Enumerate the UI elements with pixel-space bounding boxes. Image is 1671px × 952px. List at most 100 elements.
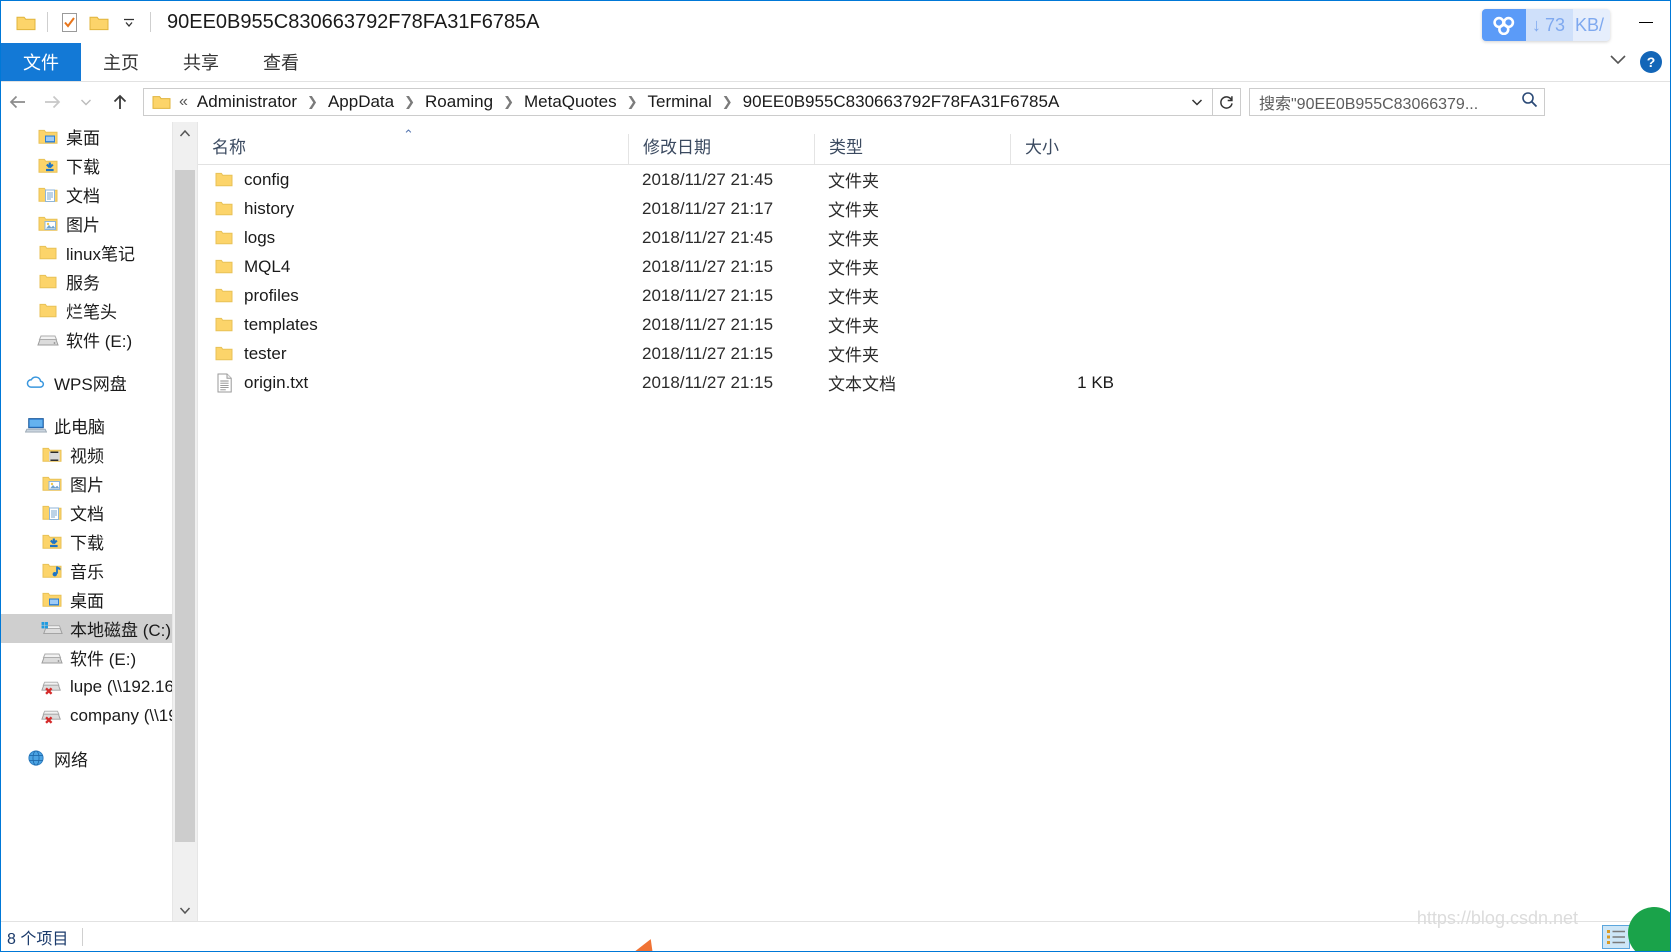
file-name-cell[interactable]: logs: [198, 228, 628, 248]
sidebar-item-wps[interactable]: WPS网盘: [1, 368, 197, 397]
download-speed-widget[interactable]: ↓ 73 KB/: [1482, 9, 1611, 41]
table-row[interactable]: profiles 2018/11/27 21:15 文件夹: [198, 281, 1670, 310]
file-type-cell: 文本文档: [828, 375, 896, 394]
file-type-cell: 文件夹: [828, 201, 879, 220]
breadcrumb-item-terminal[interactable]: Terminal: [645, 90, 715, 114]
tab-file-label: 文件: [23, 53, 59, 73]
column-header-type: 类型: [814, 134, 1010, 164]
scroll-up-button[interactable]: [173, 122, 197, 144]
column-header-size: 大小: [1010, 134, 1142, 164]
breadcrumb-item-roaming[interactable]: Roaming: [422, 90, 496, 114]
recent-locations-button[interactable]: [69, 85, 103, 119]
file-name-cell[interactable]: origin.txt: [198, 373, 628, 393]
status-bar: 8 个项目: [1, 921, 1670, 951]
file-name-cell[interactable]: templates: [198, 315, 628, 335]
breadcrumb-separator-icon[interactable]: ❯: [397, 94, 422, 110]
sidebar-item-[interactable]: 桌面: [1, 585, 197, 614]
sidebar-item-[interactable]: 视频: [1, 440, 197, 469]
breadcrumb-separator-icon[interactable]: ❯: [300, 94, 325, 110]
help-button[interactable]: ?: [1640, 51, 1662, 73]
breadcrumb-item-current[interactable]: 90EE0B955C830663792F78FA31F6785A: [740, 90, 1063, 114]
sidebar-item-linux[interactable]: linux笔记: [1, 238, 197, 267]
breadcrumb-dropdown-icon[interactable]: [1184, 89, 1210, 115]
table-row[interactable]: history 2018/11/27 21:17 文件夹: [198, 194, 1670, 223]
breadcrumb-bar[interactable]: « Administrator ❯ AppData ❯ Roaming ❯ Me…: [143, 88, 1213, 116]
search-box[interactable]: 搜索"90EE0B955C83066379...: [1249, 88, 1545, 116]
breadcrumb-separator-icon[interactable]: ❯: [715, 94, 740, 110]
sidebar-scroll-track[interactable]: [173, 144, 197, 899]
up-button[interactable]: [103, 85, 137, 119]
sidebar-item-label: lupe (\\192.168: [70, 676, 184, 696]
breadcrumb-item-appdata[interactable]: AppData: [325, 90, 397, 114]
sidebar-item-label: company (\\192: [70, 705, 188, 725]
table-row[interactable]: config 2018/11/27 21:45 文件夹: [198, 165, 1670, 194]
file-name-cell[interactable]: tester: [198, 344, 628, 364]
column-header-type-label[interactable]: 类型: [829, 133, 863, 158]
folder-icon[interactable]: [11, 7, 41, 37]
back-button[interactable]: [1, 85, 35, 119]
tab-file[interactable]: 文件: [1, 43, 81, 81]
file-name-cell[interactable]: profiles: [198, 286, 628, 306]
sidebar-scroll-thumb[interactable]: [175, 170, 195, 842]
file-name-label: tester: [244, 343, 287, 363]
sidebar-item-company-192[interactable]: company (\\192: [1, 701, 197, 730]
scroll-down-button[interactable]: [173, 899, 197, 921]
expand-ribbon-button[interactable]: [1608, 53, 1628, 71]
table-row[interactable]: origin.txt 2018/11/27 21:15 文本文档 1 KB: [198, 368, 1670, 397]
column-header-name-label[interactable]: 名称: [212, 133, 246, 158]
sidebar-item-[interactable]: 网络: [1, 744, 197, 773]
sidebar-item-[interactable]: 服务: [1, 267, 197, 296]
breadcrumb-item-metaquotes[interactable]: MetaQuotes: [521, 90, 620, 114]
sidebar-item-[interactable]: 文档: [1, 180, 197, 209]
table-row[interactable]: logs 2018/11/27 21:45 文件夹: [198, 223, 1670, 252]
sidebar-item-c[interactable]: 本地磁盘 (C:): [1, 614, 197, 643]
minimize-button[interactable]: [1622, 1, 1670, 43]
details-view-icon[interactable]: [1602, 925, 1630, 949]
sidebar-item-[interactable]: 此电脑: [1, 411, 197, 440]
sidebar-item-[interactable]: 文档: [1, 498, 197, 527]
sidebar-item-e[interactable]: 软件 (E:): [1, 325, 197, 354]
item-count-label: 8 个项目: [7, 930, 69, 948]
sidebar-scrollbar[interactable]: [172, 122, 197, 921]
column-header-date-label[interactable]: 修改日期: [643, 133, 711, 158]
folder-icon: [214, 286, 234, 306]
sidebar-item-label: 网络: [54, 751, 88, 770]
tab-home[interactable]: 主页: [81, 43, 161, 81]
customize-dropdown-icon[interactable]: [114, 7, 144, 37]
file-date-cell: 2018/11/27 21:15: [642, 285, 774, 305]
breadcrumb-item-administrator[interactable]: Administrator: [194, 90, 300, 114]
tab-share[interactable]: 共享: [161, 43, 241, 81]
forward-button[interactable]: [35, 85, 69, 119]
search-input[interactable]: 搜索"90EE0B955C83066379...: [1259, 90, 1478, 114]
table-row[interactable]: MQL4 2018/11/27 21:15 文件夹: [198, 252, 1670, 281]
sidebar-item-[interactable]: 烂笔头: [1, 296, 197, 325]
sidebar-item-e[interactable]: 软件 (E:): [1, 643, 197, 672]
sidebar-item-[interactable]: 图片: [1, 209, 197, 238]
column-header-size-label[interactable]: 大小: [1025, 133, 1059, 158]
sidebar-item-[interactable]: 音乐: [1, 556, 197, 585]
file-name-cell[interactable]: history: [198, 199, 628, 219]
properties-icon[interactable]: [54, 7, 84, 37]
sidebar-item-[interactable]: 下载: [1, 151, 197, 180]
sidebar-item-[interactable]: 下载: [1, 527, 197, 556]
file-name-cell[interactable]: config: [198, 170, 628, 190]
tab-view[interactable]: 查看: [241, 43, 321, 81]
file-date-cell: 2018/11/27 21:15: [642, 256, 774, 276]
nav-group-spacer: [1, 354, 197, 368]
file-name-label: history: [244, 198, 295, 218]
sidebar-item-[interactable]: 桌面: [1, 122, 197, 151]
search-icon[interactable]: [1521, 91, 1538, 113]
file-name-cell[interactable]: MQL4: [198, 257, 628, 277]
sidebar-item-lupe-192-168[interactable]: lupe (\\192.168: [1, 672, 197, 701]
table-row[interactable]: templates 2018/11/27 21:15 文件夹: [198, 310, 1670, 339]
breadcrumb-separator-icon[interactable]: ❯: [496, 94, 521, 110]
title-divider: [150, 12, 151, 32]
ribbon-right-controls: ?: [1608, 43, 1662, 81]
refresh-button[interactable]: [1213, 88, 1241, 116]
sidebar-item-label: 此电脑: [54, 418, 105, 437]
new-folder-icon[interactable]: [84, 7, 114, 37]
breadcrumb-overflow-icon[interactable]: «: [179, 93, 188, 111]
table-row[interactable]: tester 2018/11/27 21:15 文件夹: [198, 339, 1670, 368]
breadcrumb-separator-icon[interactable]: ❯: [620, 94, 645, 110]
sidebar-item-[interactable]: 图片: [1, 469, 197, 498]
